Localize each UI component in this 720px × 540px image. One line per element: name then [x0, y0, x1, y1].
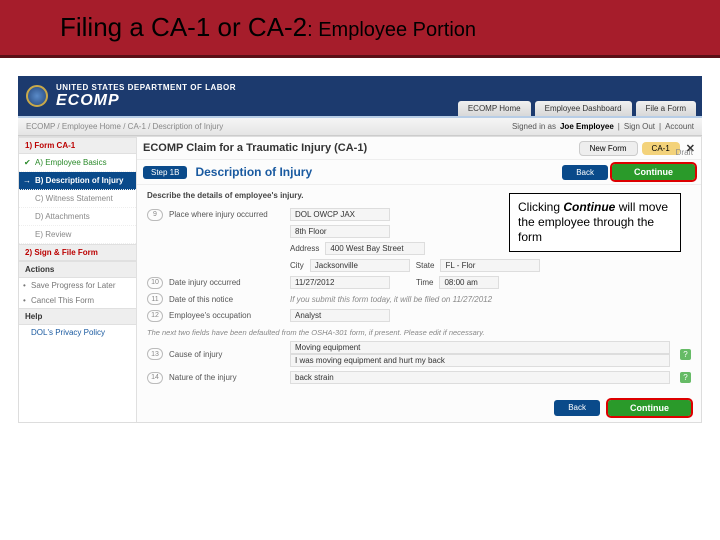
- pill-new-form: New Form: [579, 141, 638, 156]
- osha-note: The next two fields have been defaulted …: [147, 328, 691, 337]
- label-date-notice: Date of this notice: [169, 295, 284, 304]
- tab-file-form[interactable]: File a Form: [636, 101, 696, 116]
- field-num-13: 13: [147, 348, 163, 360]
- dept-label: UNITED STATES DEPARTMENT OF LABOR: [56, 83, 236, 92]
- app-screenshot: UNITED STATES DEPARTMENT OF LABOR ECOMP …: [0, 58, 720, 423]
- sidebar-action-cancel[interactable]: Cancel This Form: [19, 293, 136, 308]
- pill-ca1: CA-1: [642, 142, 680, 155]
- label-nature: Nature of the injury: [169, 373, 284, 382]
- top-tabs: ECOMP Home Employee Dashboard File a For…: [458, 101, 696, 116]
- field-num-12: 12: [147, 310, 163, 322]
- label-time: Time: [416, 278, 433, 287]
- label-city: City: [290, 261, 304, 270]
- breadcrumb-row: ECOMP / Employee Home / CA-1 / Descripti…: [18, 118, 702, 136]
- tab-ecomp-home[interactable]: ECOMP Home: [458, 101, 531, 116]
- breadcrumb[interactable]: ECOMP / Employee Home / CA-1 / Descripti…: [26, 122, 223, 131]
- account-links: Signed in as Joe Employee | Sign Out | A…: [512, 122, 694, 131]
- sidebar-help-header: Help: [19, 308, 136, 325]
- help-icon[interactable]: ?: [680, 372, 691, 383]
- field-num-9: 9: [147, 209, 163, 221]
- input-time[interactable]: 08:00 am: [439, 276, 499, 289]
- ecomp-logo: ECOMP: [56, 92, 236, 110]
- sidebar-sec-sign: 2) Sign & File Form: [19, 244, 136, 261]
- tab-employee-dashboard[interactable]: Employee Dashboard: [535, 101, 632, 116]
- sign-out-link[interactable]: Sign Out: [624, 122, 655, 131]
- label-cause: Cause of injury: [169, 350, 284, 359]
- signed-in-name: Joe Employee: [560, 122, 614, 131]
- label-occupation: Employee's occupation: [169, 311, 284, 320]
- slide-title-bar: Filing a CA-1 or CA-2: Employee Portion: [0, 0, 720, 58]
- input-state[interactable]: FL - Flor: [440, 259, 540, 272]
- app-header: UNITED STATES DEPARTMENT OF LABOR ECOMP …: [18, 76, 702, 118]
- slide-title-sub: : Employee Portion: [307, 19, 476, 41]
- submit-note: If you submit this form today, it will b…: [290, 295, 492, 304]
- main-panel: ECOMP Claim for a Traumatic Injury (CA-1…: [137, 137, 701, 422]
- input-address[interactable]: 400 West Bay Street: [325, 242, 425, 255]
- field-num-10: 10: [147, 277, 163, 289]
- input-nature[interactable]: back strain: [290, 371, 670, 384]
- continue-button-bottom[interactable]: Continue: [608, 400, 691, 416]
- continue-button-top[interactable]: Continue: [612, 164, 695, 180]
- step-row: Draft Step 1B Description of Injury Back…: [137, 159, 701, 185]
- back-button-top[interactable]: Back: [562, 165, 608, 180]
- label-state: State: [416, 261, 435, 270]
- back-button-bottom[interactable]: Back: [554, 400, 600, 416]
- input-city[interactable]: Jacksonville: [310, 259, 410, 272]
- sidebar-item-basics[interactable]: A) Employee Basics: [19, 154, 136, 172]
- input-floor[interactable]: 8th Floor: [290, 225, 390, 238]
- main-header: ECOMP Claim for a Traumatic Injury (CA-1…: [137, 137, 701, 159]
- sidebar-sec-form: 1) Form CA-1: [19, 137, 136, 154]
- header-text: UNITED STATES DEPARTMENT OF LABOR ECOMP: [56, 83, 236, 110]
- field-num-14: 14: [147, 372, 163, 384]
- sidebar-item-attachments[interactable]: D) Attachments: [19, 208, 136, 226]
- field-num-11: 11: [147, 293, 163, 305]
- signed-in-label: Signed in as: [512, 122, 556, 131]
- sidebar-privacy-link[interactable]: DOL's Privacy Policy: [19, 325, 136, 340]
- sidebar-action-save[interactable]: Save Progress for Later: [19, 278, 136, 293]
- label-address: Address: [290, 244, 319, 253]
- input-occupation[interactable]: Analyst: [290, 309, 390, 322]
- sidebar-item-review[interactable]: E) Review: [19, 226, 136, 244]
- input-place[interactable]: DOL OWCP JAX: [290, 208, 390, 221]
- input-cause[interactable]: Moving equipment I was moving equipment …: [290, 341, 670, 367]
- app-body: 1) Form CA-1 A) Employee Basics B) Descr…: [18, 136, 702, 423]
- bottom-buttons: Back Continue: [137, 394, 701, 422]
- sidebar-item-witness[interactable]: C) Witness Statement: [19, 190, 136, 208]
- dol-seal-icon: [26, 85, 48, 107]
- help-icon[interactable]: ?: [680, 349, 691, 360]
- sidebar: 1) Form CA-1 A) Employee Basics B) Descr…: [19, 137, 137, 422]
- step-title: Description of Injury: [195, 165, 562, 179]
- claim-title: ECOMP Claim for a Traumatic Injury (CA-1…: [143, 142, 575, 154]
- account-link[interactable]: Account: [665, 122, 694, 131]
- draft-label: Draft: [676, 148, 693, 157]
- step-badge: Step 1B: [143, 166, 187, 179]
- sidebar-actions-header: Actions: [19, 261, 136, 278]
- slide-title: Filing a CA-1 or CA-2: Employee Portion: [60, 12, 476, 43]
- label-place: Place where injury occurred: [169, 210, 284, 219]
- annotation-callout: Clicking Continue will move the employee…: [509, 193, 681, 252]
- slide-title-main: Filing a CA-1 or CA-2: [60, 12, 307, 42]
- sidebar-item-description[interactable]: B) Description of Injury: [19, 172, 136, 190]
- input-date-injury[interactable]: 11/27/2012: [290, 276, 390, 289]
- label-date-injury: Date injury occurred: [169, 278, 284, 287]
